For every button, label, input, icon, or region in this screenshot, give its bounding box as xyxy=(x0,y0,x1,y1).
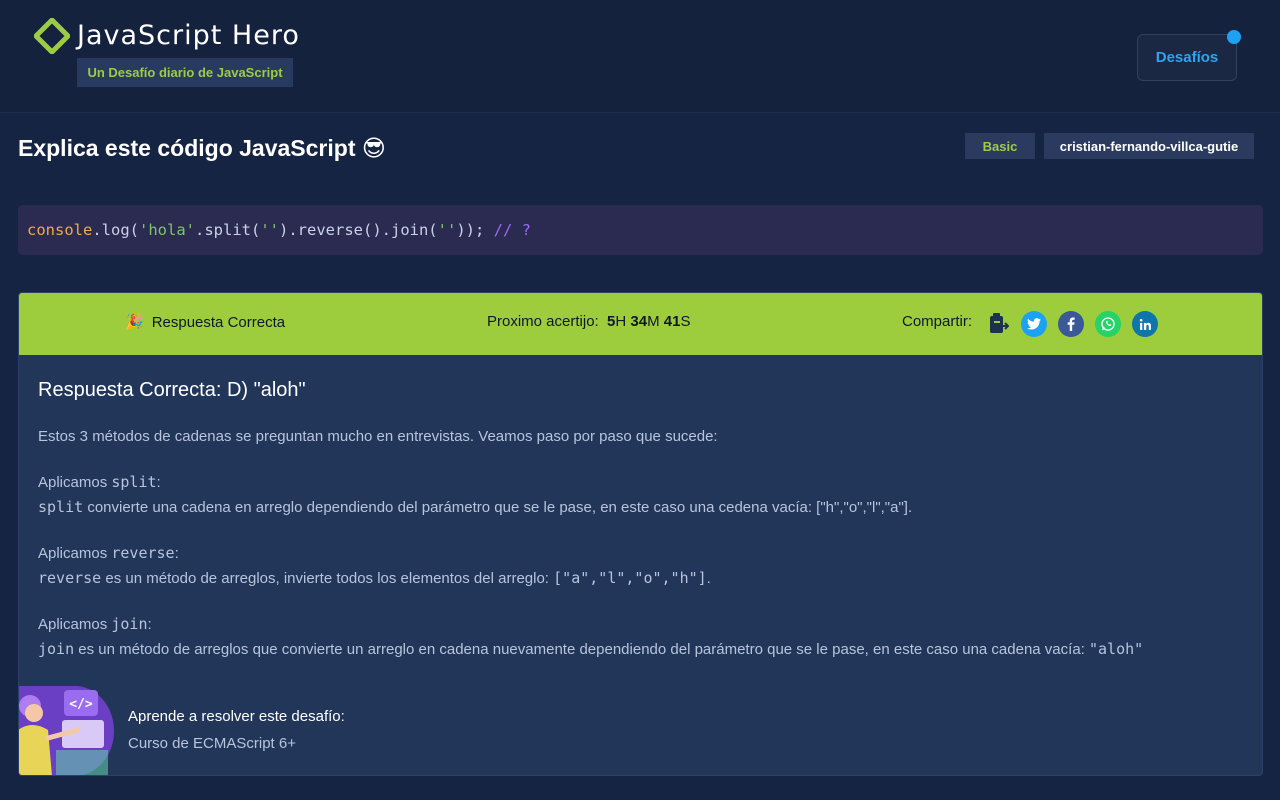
twitter-icon[interactable] xyxy=(1021,311,1047,337)
code-token: )); xyxy=(456,221,494,239)
result-status-text: Respuesta Correcta xyxy=(151,313,286,331)
answer-title: Respuesta Correcta: D) "aloh" xyxy=(38,379,306,401)
author-badge[interactable]: cristian-fernando-villca-gutie xyxy=(1044,133,1254,159)
code-token: console xyxy=(27,221,93,239)
party-icon: 🎉 xyxy=(125,314,144,331)
course-illustration[interactable]: </> xyxy=(18,686,114,776)
countdown-hours-unit: H xyxy=(615,313,627,330)
result-status: 🎉 Respuesta Correcta xyxy=(125,313,286,332)
app-subtitle: Un Desafío diario de JavaScript xyxy=(77,58,293,87)
level-badge: Basic xyxy=(965,133,1035,159)
step-result: "aloh" xyxy=(1089,640,1144,658)
code-token: '' xyxy=(260,221,279,239)
result-bar: 🎉 Respuesta Correcta Proximo acertijo: 5… xyxy=(19,293,1262,355)
course-label: Aprende a resolver este desafío: xyxy=(128,708,345,725)
challenges-button[interactable]: Desafíos xyxy=(1137,34,1237,81)
countdown-minutes: 34 xyxy=(630,313,648,330)
code-bubble-text: </> xyxy=(69,697,93,712)
course-link[interactable]: Curso de ECMAScript 6+ xyxy=(128,735,296,752)
explanation-intro: Estos 3 métodos de cadenas se preguntan … xyxy=(38,428,718,445)
explanation: Respuesta Correcta: D) "aloh" Estos 3 mé… xyxy=(38,379,1238,662)
whatsapp-icon[interactable] xyxy=(1095,311,1121,337)
share-buttons xyxy=(988,311,1158,337)
step-end: . xyxy=(706,570,711,587)
method-name: reverse xyxy=(111,544,175,562)
code-token: 'hola' xyxy=(139,221,195,239)
step-description: es un método de arreglos, invierte todos… xyxy=(101,570,554,587)
countdown-minutes-unit: M xyxy=(647,313,660,330)
top-header: JavaScript Hero Un Desafío diario de Jav… xyxy=(0,0,1280,113)
copy-icon[interactable] xyxy=(988,311,1010,337)
step-prefix: Aplicamos xyxy=(38,474,112,491)
code-token: '' xyxy=(437,221,457,239)
result-card: 🎉 Respuesta Correcta Proximo acertijo: 5… xyxy=(18,292,1263,776)
step-description: convierte una cadena en arreglo dependie… xyxy=(83,499,913,516)
step-reverse: Aplicamos reverse: reverse es un método … xyxy=(38,541,1238,591)
challenge-title: Explica este código JavaScript 😎 xyxy=(18,135,386,161)
countdown-seconds-unit: S xyxy=(680,313,691,330)
step-prefix: Aplicamos xyxy=(38,616,112,633)
method-name: join xyxy=(38,640,75,658)
next-label: Proximo acertijo: xyxy=(487,313,599,330)
step-join: Aplicamos join: join es un método de arr… xyxy=(38,612,1238,662)
method-name: split xyxy=(38,498,84,516)
code-snippet: console .log('hola' .split('').reverse().j… xyxy=(18,205,1263,255)
method-name: split xyxy=(111,473,157,491)
step-colon: : xyxy=(147,616,152,633)
code-token: .log( xyxy=(92,221,139,239)
notification-dot xyxy=(1227,30,1241,44)
code-token: .split( xyxy=(195,221,261,239)
step-prefix: Aplicamos xyxy=(38,545,112,562)
method-name: join xyxy=(111,615,148,633)
step-colon: : xyxy=(174,545,179,562)
step-split: Aplicamos split: split convierte una cad… xyxy=(38,470,1238,520)
code-comment: // ? xyxy=(493,221,531,239)
countdown-seconds: 41 xyxy=(663,313,681,330)
code-token: ).reverse().join( xyxy=(279,221,438,239)
next-challenge-timer: Proximo acertijo: 5H 34M 41S xyxy=(487,313,690,330)
share-label: Compartir: xyxy=(902,313,973,330)
method-name: reverse xyxy=(38,569,102,587)
linkedin-icon[interactable] xyxy=(1132,311,1158,337)
step-description: es un método de arreglos que convierte u… xyxy=(74,641,1089,658)
facebook-icon[interactable] xyxy=(1058,311,1084,337)
step-result: ["a","l","o","h"] xyxy=(553,569,707,587)
app-title[interactable]: JavaScript Hero xyxy=(77,20,300,51)
diamond-logo-icon[interactable] xyxy=(34,18,70,54)
step-colon: : xyxy=(156,474,161,491)
